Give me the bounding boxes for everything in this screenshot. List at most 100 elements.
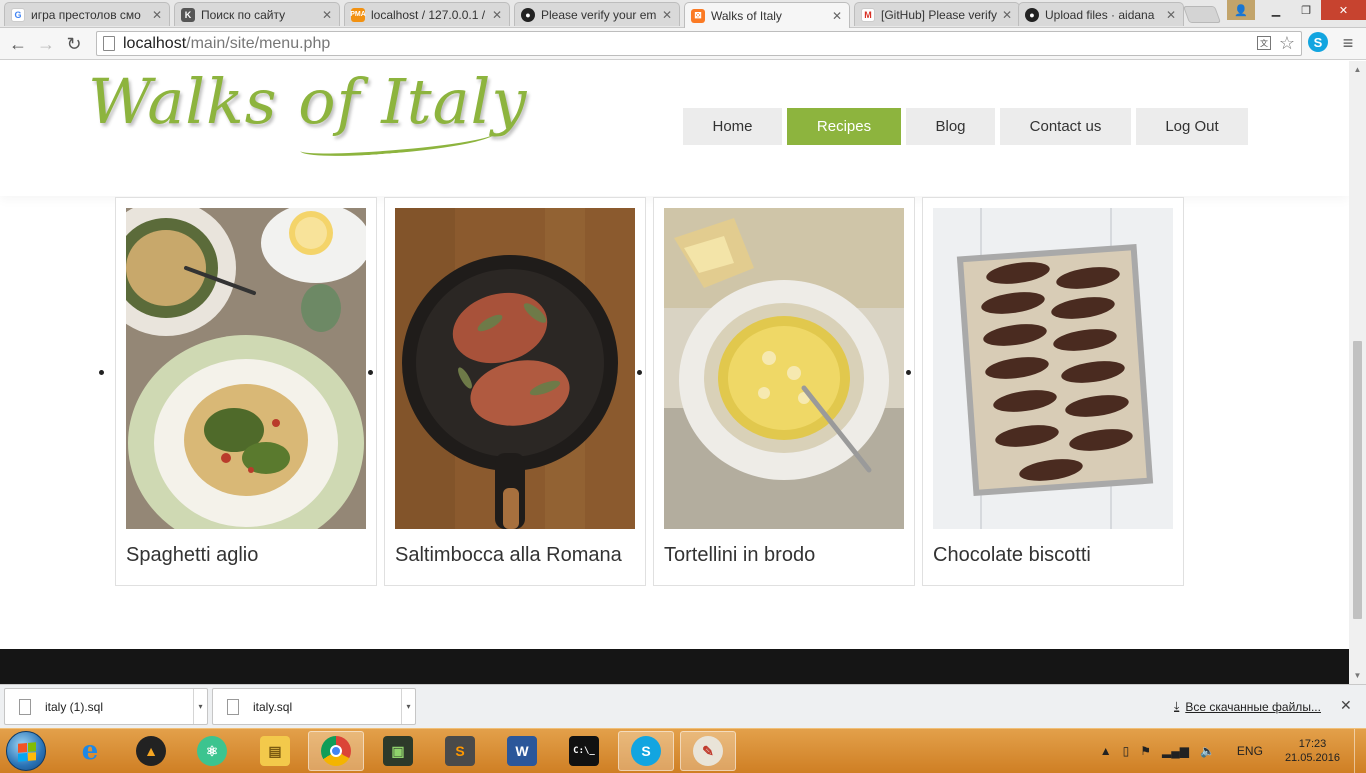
reload-button[interactable]: ↻ (62, 32, 86, 56)
chevron-down-icon[interactable]: ▾ (401, 689, 415, 724)
download-item[interactable]: italy.sql ▾ (212, 688, 416, 725)
show-hidden-icons-icon[interactable]: ▲ (1100, 744, 1112, 758)
action-center-flag-icon[interactable]: ⚑ (1140, 744, 1151, 758)
tab-title: Поиск по сайту (201, 7, 286, 22)
scroll-up-icon[interactable]: ▲ (1349, 61, 1366, 78)
skype-icon[interactable]: S (618, 731, 674, 771)
recipe-card-saltimbocca[interactable]: Saltimbocca alla Romana (384, 197, 646, 586)
start-button[interactable] (6, 731, 46, 771)
kinopoisk-icon: K (181, 7, 195, 22)
github-icon: ● (521, 7, 535, 22)
tab-google-search[interactable]: G игра престолов смо ✕ (4, 2, 170, 26)
nav-log-out[interactable]: Log Out (1136, 108, 1248, 145)
nav-blog[interactable]: Blog (906, 108, 995, 145)
chevron-down-icon[interactable]: ▾ (193, 689, 207, 724)
page-scrollbar[interactable]: ▲ ▼ (1349, 61, 1366, 684)
recipe-card-spaghetti[interactable]: Spaghetti aglio (115, 197, 377, 586)
github-icon: ● (1025, 7, 1039, 22)
tortellini-photo[interactable] (664, 208, 904, 529)
tab-walks-of-italy[interactable]: ⊠ Walks of Italy ✕ (684, 2, 850, 28)
close-icon[interactable]: ✕ (1001, 8, 1013, 22)
list-bullet (906, 370, 911, 375)
input-language[interactable]: ENG (1237, 744, 1263, 758)
tab-title: игра престолов смо (31, 7, 141, 22)
address-bar[interactable]: localhost/main/site/menu.php 文 ☆ (96, 31, 1302, 56)
command-prompt-icon[interactable]: C:\_ (556, 731, 612, 771)
list-bullet (637, 370, 642, 375)
windows-logo-icon (18, 742, 36, 762)
internet-explorer-icon[interactable]: e (62, 731, 118, 771)
clock-time: 17:23 (1298, 738, 1327, 750)
close-icon[interactable]: ✕ (661, 8, 673, 22)
google-icon: G (11, 7, 25, 22)
download-item[interactable]: italy (1).sql ▾ (4, 688, 208, 725)
aimp-icon[interactable]: ▲ (123, 731, 179, 771)
nav-contact-us[interactable]: Contact us (1000, 108, 1131, 145)
tab-site-search[interactable]: K Поиск по сайту ✕ (174, 2, 340, 26)
battery-icon[interactable]: ▯ (1123, 744, 1130, 758)
scrollbar-thumb[interactable] (1353, 341, 1362, 619)
file-icon (227, 698, 239, 715)
bookmark-star-icon[interactable]: ☆ (1279, 33, 1295, 54)
download-arrow-icon: ⤓ (1174, 699, 1180, 713)
skype-extension-icon[interactable]: S (1308, 32, 1328, 52)
minimize-button[interactable]: ▁ (1261, 0, 1291, 20)
show-desktop-button[interactable] (1354, 729, 1366, 773)
tab-title: [GitHub] Please verify (881, 7, 997, 22)
close-icon[interactable]: ✕ (1340, 697, 1352, 714)
tab-github-upload[interactable]: ● Upload files · aidana ✕ (1018, 2, 1184, 26)
recipe-title[interactable]: Saltimbocca alla Romana (395, 544, 622, 567)
terminal-ide-icon[interactable]: ▣ (370, 731, 426, 771)
chrome-icon[interactable] (308, 731, 364, 771)
tab-title: Walks of Italy (711, 8, 782, 23)
tab-github-verify[interactable]: ● Please verify your em ✕ (514, 2, 680, 26)
volume-icon[interactable]: 🔈 (1200, 744, 1215, 758)
browser-tab-strip: G игра престолов смо ✕ K Поиск по сайту … (0, 0, 1366, 28)
file-icon (19, 698, 31, 715)
scroll-down-icon[interactable]: ▼ (1349, 667, 1366, 684)
close-icon[interactable]: ✕ (151, 8, 163, 22)
user-profile-icon[interactable]: 👤 (1227, 0, 1255, 20)
tab-gmail[interactable]: M [GitHub] Please verify ✕ (854, 2, 1020, 26)
nav-home[interactable]: Home (683, 108, 782, 145)
tab-phpmyadmin[interactable]: PMA localhost / 127.0.0.1 / ✕ (344, 2, 510, 26)
tray-icons: ▲ ▯ ⚑ ▂▄▆ 🔈 (1100, 744, 1215, 758)
chrome-menu-icon[interactable]: ≡ (1338, 32, 1358, 54)
word-icon[interactable]: W (494, 731, 550, 771)
recipe-title[interactable]: Chocolate biscotti (933, 544, 1091, 567)
forward-button[interactable]: → (34, 32, 58, 56)
close-icon[interactable]: ✕ (321, 8, 333, 22)
recipe-card-tortellini[interactable]: Tortellini in brodo (653, 197, 915, 586)
spaghetti-photo[interactable] (126, 208, 366, 529)
recipe-card-biscotti[interactable]: Chocolate biscotti (922, 197, 1184, 586)
system-tray: ▲ ▯ ⚑ ▂▄▆ 🔈 ENG 17:23 21.05.2016 (1100, 729, 1366, 773)
nav-recipes[interactable]: Recipes (787, 108, 901, 145)
xampp-icon: ⊠ (691, 8, 705, 23)
file-explorer-icon[interactable]: ▤ (247, 731, 303, 771)
url-path: /main/site/menu.php (186, 34, 331, 52)
site-footer (0, 649, 1349, 684)
tab-title: localhost / 127.0.0.1 / (371, 7, 486, 22)
gmail-icon: M (861, 7, 875, 22)
translate-icon[interactable]: 文 (1257, 36, 1271, 50)
recipe-title[interactable]: Spaghetti aglio (126, 544, 258, 567)
saltimbocca-photo[interactable] (395, 208, 635, 529)
recipe-title[interactable]: Tortellini in brodo (664, 544, 815, 567)
close-window-button[interactable]: ✕ (1321, 0, 1366, 20)
maximize-button[interactable]: ❐ (1291, 0, 1321, 20)
paint-icon[interactable]: ✎ (680, 731, 736, 771)
list-bullet (99, 370, 104, 375)
new-tab-button[interactable] (1182, 6, 1222, 23)
clock[interactable]: 17:23 21.05.2016 (1285, 737, 1340, 765)
biscotti-photo[interactable] (933, 208, 1173, 529)
sublime-text-icon[interactable]: S (432, 731, 488, 771)
close-icon[interactable]: ✕ (491, 8, 503, 22)
network-signal-icon[interactable]: ▂▄▆ (1162, 744, 1189, 758)
show-all-downloads-link[interactable]: ⤓ Все скачанные файлы... (1174, 699, 1321, 714)
atom-icon[interactable]: ⚛ (184, 731, 240, 771)
back-button[interactable]: ← (6, 32, 30, 56)
download-shelf: italy (1).sql ▾ italy.sql ▾ ⤓ Все скачан… (0, 684, 1366, 728)
close-icon[interactable]: ✕ (1165, 8, 1177, 22)
window-controls: 👤 ▁ ❐ ✕ (1227, 0, 1366, 20)
close-icon[interactable]: ✕ (831, 9, 843, 23)
